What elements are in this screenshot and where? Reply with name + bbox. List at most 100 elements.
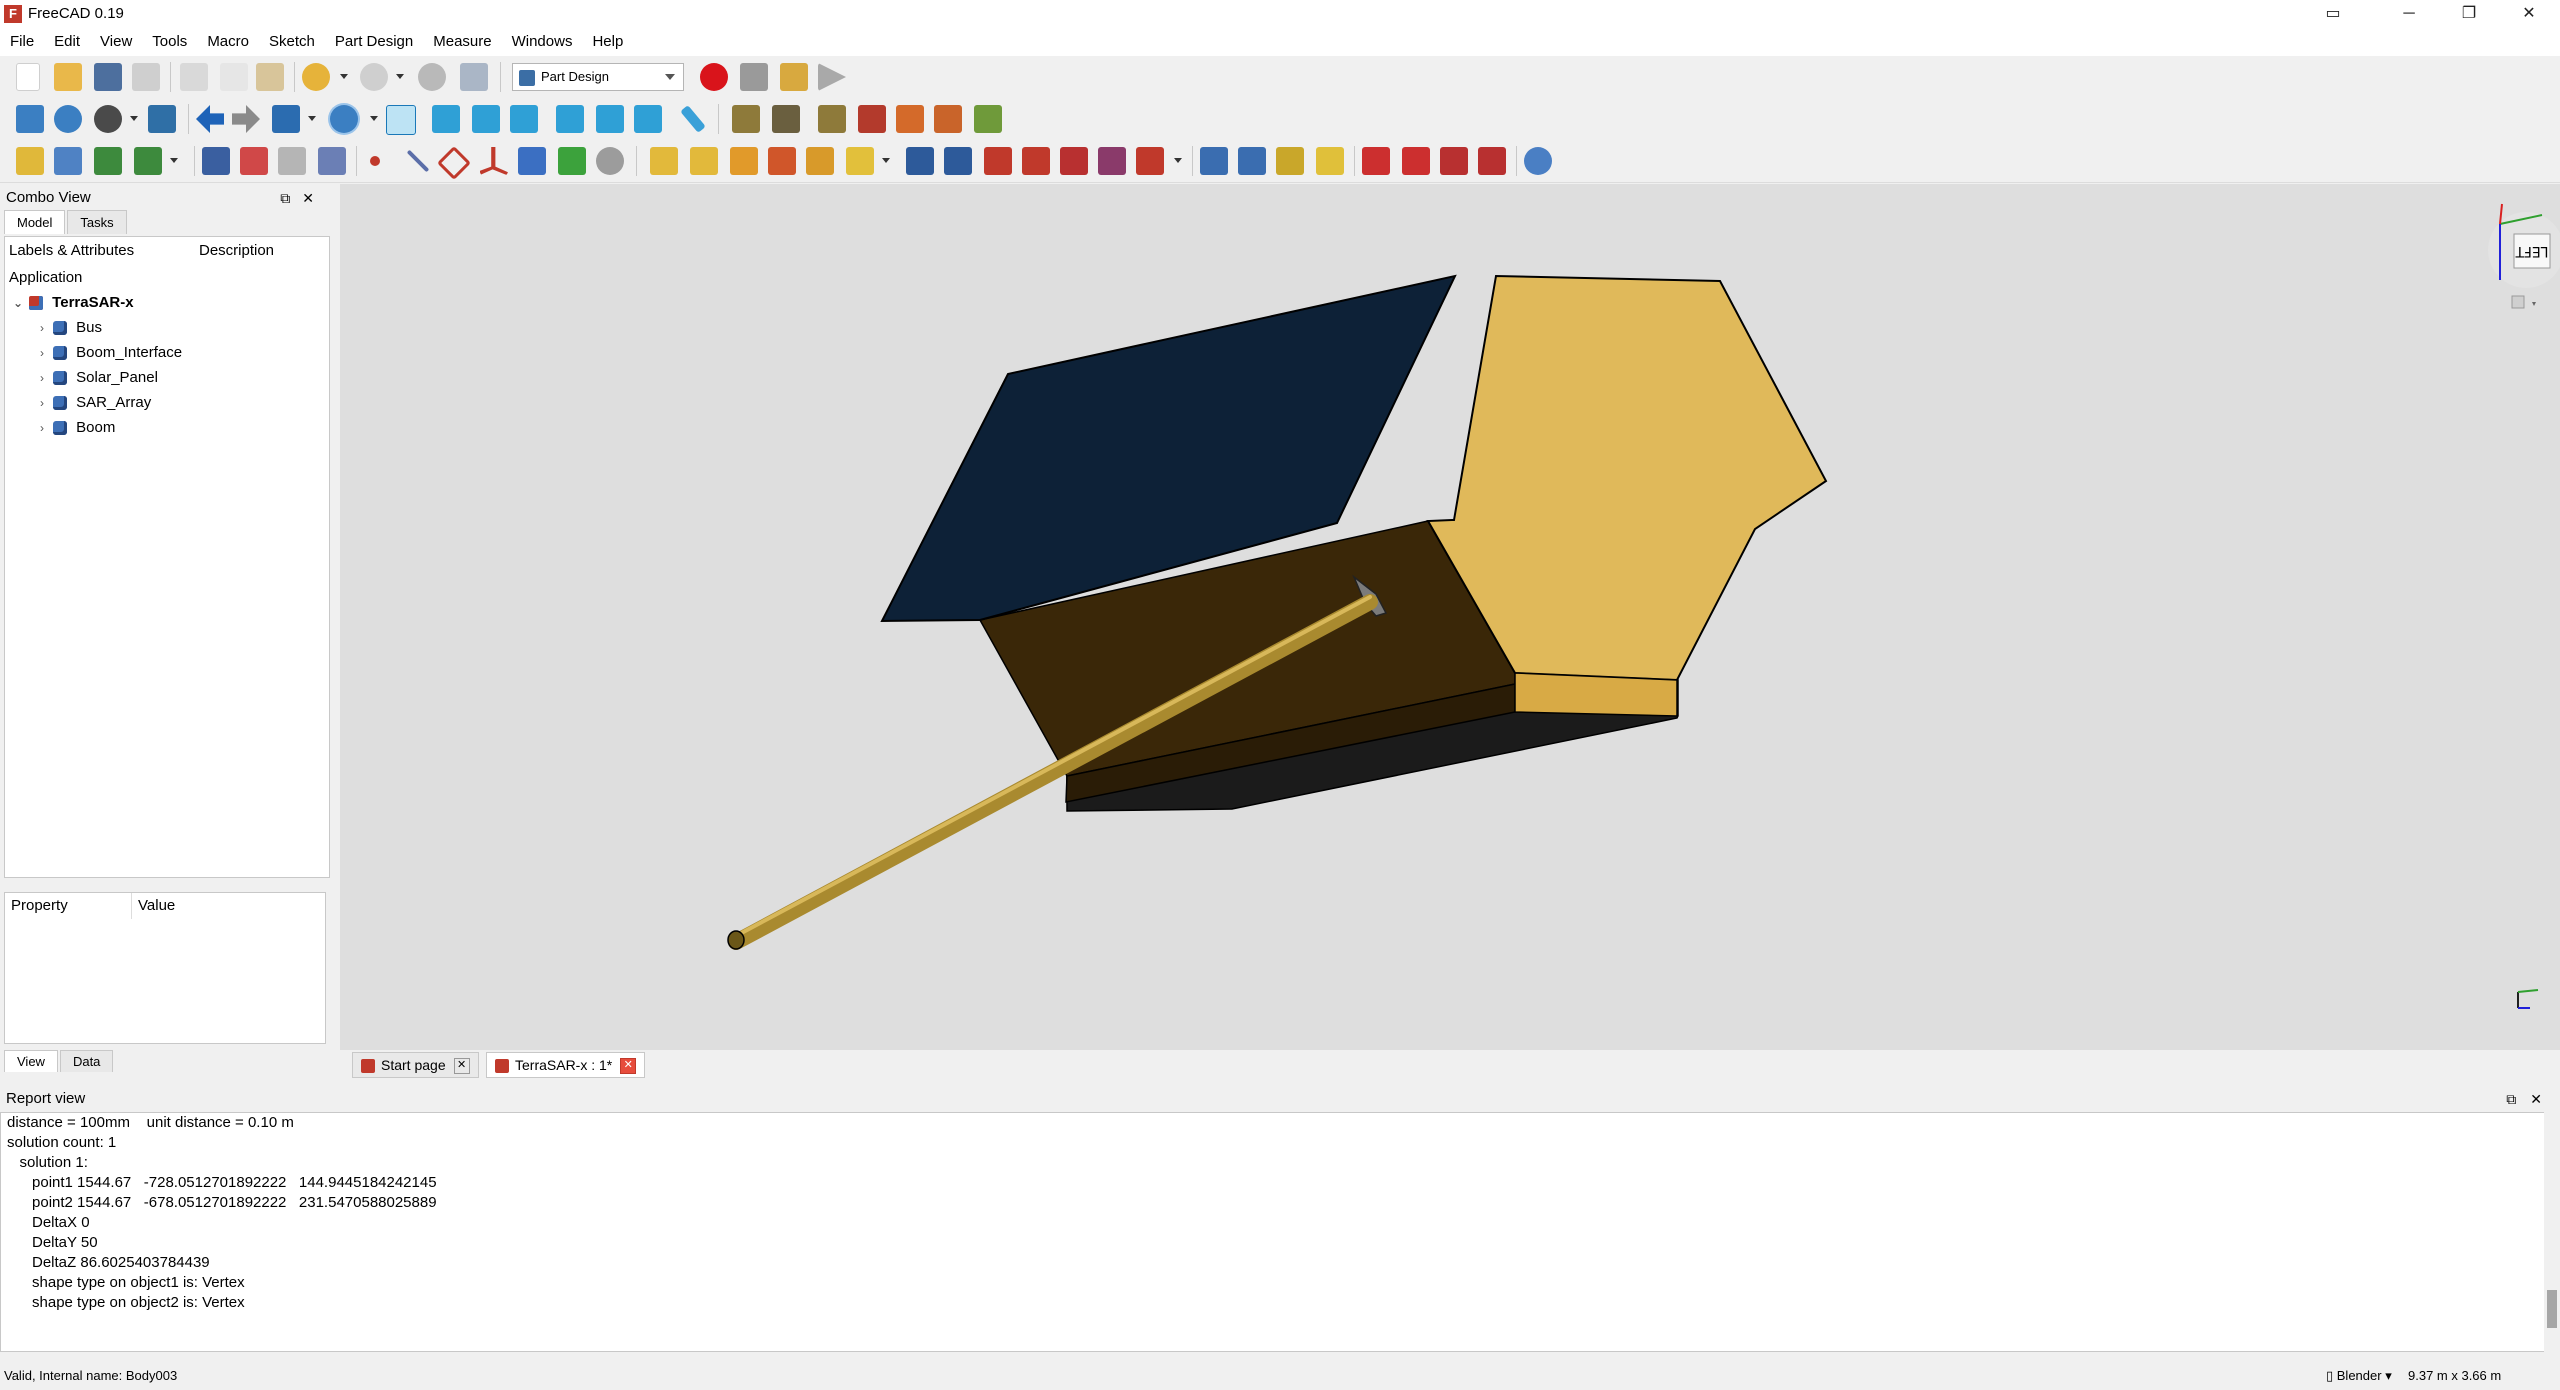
clear-measurements-icon[interactable] <box>858 105 886 133</box>
subtractive-primitive-dropdown-icon[interactable] <box>1174 158 1182 163</box>
datum-point-icon[interactable] <box>370 156 380 166</box>
chamfer-icon[interactable] <box>1402 147 1430 175</box>
redo-icon[interactable] <box>360 63 388 91</box>
measure-linear-icon[interactable] <box>732 105 760 133</box>
menu-macro[interactable]: Macro <box>197 28 259 56</box>
menu-edit[interactable]: Edit <box>44 28 90 56</box>
subshape-binder-icon[interactable] <box>518 147 546 175</box>
tab-data[interactable]: Data <box>59 1050 114 1072</box>
chevron-down-icon[interactable]: ⌄ <box>11 291 25 316</box>
close-tab-icon[interactable]: ✕ <box>453 1058 470 1075</box>
create-part-icon[interactable] <box>54 147 82 175</box>
restore-layout-icon[interactable]: ▭ <box>2304 0 2362 28</box>
tab-view[interactable]: View <box>4 1050 58 1072</box>
multitransform-icon[interactable] <box>1316 147 1344 175</box>
link-dropdown-icon[interactable] <box>308 116 316 121</box>
menu-part-design[interactable]: Part Design <box>325 28 423 56</box>
tree-item-solar-panel[interactable]: › Solar_Panel <box>5 365 329 390</box>
macro-editor-icon[interactable] <box>780 63 808 91</box>
linear-pattern-icon[interactable] <box>1238 147 1266 175</box>
close-panel-icon[interactable]: ✕ <box>302 190 326 206</box>
tab-start-page[interactable]: Start page ✕ <box>352 1052 479 1078</box>
workbench-selector[interactable]: Part Design <box>512 63 684 91</box>
hole-icon[interactable] <box>944 147 972 175</box>
front-view-icon[interactable] <box>432 105 460 133</box>
subtractive-helix-icon[interactable] <box>1098 147 1126 175</box>
tree-item-sar-array[interactable]: › SAR_Array <box>5 390 329 415</box>
minimize-button[interactable]: ─ <box>2380 0 2438 28</box>
create-group-icon[interactable] <box>94 147 122 175</box>
float-panel-icon[interactable]: ⧉ <box>2506 1091 2530 1107</box>
clone-body-icon[interactable] <box>558 147 586 175</box>
zoom-icon[interactable] <box>330 105 358 133</box>
column-labels[interactable]: Labels & Attributes <box>5 237 195 265</box>
zoom-dropdown-icon[interactable] <box>370 116 378 121</box>
datum-line-icon[interactable] <box>406 149 430 173</box>
chevron-right-icon[interactable]: › <box>35 391 49 416</box>
paste-icon[interactable] <box>256 63 284 91</box>
save-as-icon[interactable] <box>132 63 160 91</box>
revolution-icon[interactable] <box>690 147 718 175</box>
close-tab-icon[interactable]: ✕ <box>620 1058 637 1075</box>
menu-file[interactable]: File <box>0 28 44 56</box>
tree-item-boom[interactable]: › Boom <box>5 415 329 440</box>
toggle-3d-icon[interactable] <box>896 105 924 133</box>
tree-root-document[interactable]: ⌄ TerraSAR-x <box>5 290 329 315</box>
top-view-icon[interactable] <box>472 105 500 133</box>
chevron-right-icon[interactable]: › <box>35 316 49 341</box>
fillet-icon[interactable] <box>1362 147 1390 175</box>
subtractive-loft-icon[interactable] <box>1022 147 1050 175</box>
close-panel-icon[interactable]: ✕ <box>2530 1091 2556 1107</box>
navigation-cube[interactable]: LEFT <box>2488 203 2560 309</box>
3d-viewport[interactable]: LEFT <box>340 184 2560 1050</box>
thickness-icon[interactable] <box>1478 147 1506 175</box>
cut-icon[interactable] <box>180 63 208 91</box>
right-view-icon[interactable] <box>510 105 538 133</box>
column-property[interactable]: Property <box>5 893 132 919</box>
shape-icon[interactable] <box>596 147 624 175</box>
maximize-button[interactable]: ❐ <box>2440 0 2498 28</box>
measure-distance-icon[interactable] <box>680 105 706 133</box>
groove-icon[interactable] <box>984 147 1012 175</box>
create-body-icon[interactable] <box>16 147 44 175</box>
sub-shape-binder-icon[interactable] <box>278 147 306 175</box>
forward-arrow-icon[interactable] <box>232 105 260 133</box>
subtractive-pipe-icon[interactable] <box>1060 147 1088 175</box>
menu-windows[interactable]: Windows <box>502 28 583 56</box>
menu-tools[interactable]: Tools <box>142 28 197 56</box>
create-clone-icon[interactable] <box>240 147 268 175</box>
create-sketch-icon[interactable] <box>318 147 346 175</box>
draw-style-dropdown-icon[interactable] <box>130 116 138 121</box>
bottom-view-icon[interactable] <box>596 105 624 133</box>
pocket-icon[interactable] <box>906 147 934 175</box>
refresh-icon[interactable] <box>418 63 446 91</box>
float-panel-icon[interactable]: ⧉ <box>280 190 302 206</box>
column-value[interactable]: Value <box>132 893 175 919</box>
toggle-delta-icon[interactable] <box>934 105 962 133</box>
boolean-icon[interactable] <box>1524 147 1552 175</box>
open-folder-icon[interactable] <box>54 63 82 91</box>
bounding-box-icon[interactable] <box>148 105 176 133</box>
report-scrollbar[interactable] <box>2544 1112 2560 1352</box>
record-macro-icon[interactable] <box>700 63 728 91</box>
pad-icon[interactable] <box>650 147 678 175</box>
draft-icon[interactable] <box>1440 147 1468 175</box>
save-icon[interactable] <box>94 63 122 91</box>
chevron-right-icon[interactable]: › <box>35 366 49 391</box>
additive-pipe-icon[interactable] <box>768 147 796 175</box>
additive-helix-icon[interactable] <box>806 147 834 175</box>
tab-tasks[interactable]: Tasks <box>67 210 127 234</box>
toggle-all-icon[interactable] <box>974 105 1002 133</box>
left-view-icon[interactable] <box>634 105 662 133</box>
add-link-icon[interactable] <box>134 147 162 175</box>
menu-view[interactable]: View <box>90 28 142 56</box>
fit-all-icon[interactable] <box>16 105 44 133</box>
additive-primitive-dropdown-icon[interactable] <box>882 158 890 163</box>
menu-sketch[interactable]: Sketch <box>259 28 325 56</box>
bus-top-face[interactable] <box>1426 274 1828 682</box>
isometric-view-icon[interactable] <box>386 105 416 135</box>
bus-top-edge-face[interactable] <box>1514 672 1678 717</box>
measure-angular-icon[interactable] <box>772 105 800 133</box>
execute-macro-icon[interactable] <box>818 63 846 91</box>
back-arrow-icon[interactable] <box>196 105 224 133</box>
